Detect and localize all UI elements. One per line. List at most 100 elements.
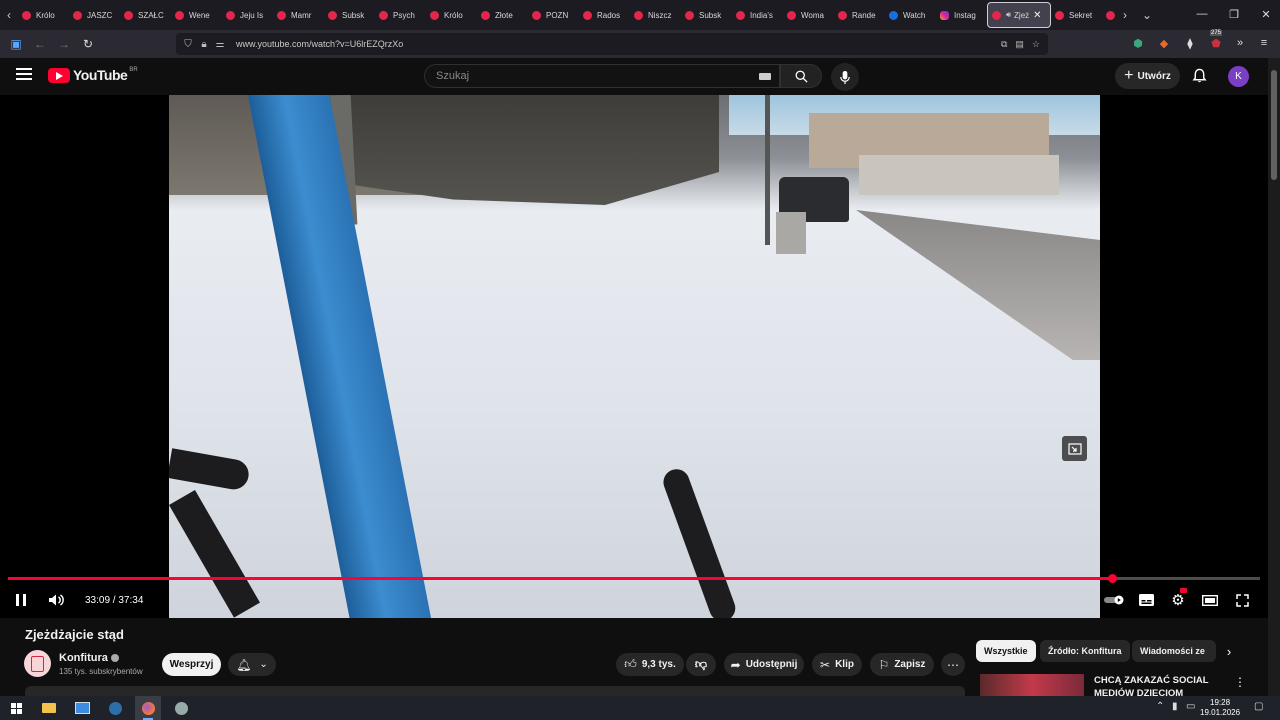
subscription-notifications-button[interactable]: 🔔︎ ⌄ [228,653,276,676]
chip-source-channel[interactable]: Źródło: Konfitura [1040,640,1130,662]
subtitles-button[interactable] [1137,588,1155,612]
browser-tab[interactable]: Subsk [324,2,375,28]
shield-extension-icon[interactable]: ⬢ [1128,33,1148,53]
clip-button[interactable]: ✂ Klip [812,653,862,676]
remote-desktop-icon[interactable] [69,696,95,720]
browser-tab[interactable]: JASZC [69,2,120,28]
browser-tab[interactable]: Królo [426,2,477,28]
notifications-tray-icon[interactable]: ▢ [1254,701,1263,712]
support-button[interactable]: Wesprzyj [162,653,221,676]
address-bar[interactable]: ⛉ 🔒︎ ⚌ www.youtube.com/watch?v=U6lrEZQrz… [176,33,1048,55]
progress-bar[interactable] [8,574,1260,583]
settings-button[interactable]: ⚙ [1169,588,1187,612]
restore-icon[interactable]: ❐ [1218,8,1250,21]
microphone-tray-icon[interactable]: ▮ [1172,701,1178,712]
browser-tab[interactable]: Rados [579,2,630,28]
browser-tab[interactable]: Rande [834,2,885,28]
browser-tab[interactable]: Woma [783,2,834,28]
more-actions-button[interactable]: ⋯ [941,653,965,676]
pip-icon[interactable]: ⧉ [1001,39,1007,50]
channel-avatar[interactable] [24,650,51,677]
browser-tab[interactable]: Watch [885,2,936,28]
browser-tab[interactable]: India's [732,2,783,28]
overflow-menu-icon[interactable]: » [1230,33,1250,53]
browser-tab[interactable]: Instag [936,2,987,28]
firefox-icon[interactable] [135,696,161,720]
browser-tab[interactable]: Złote [477,2,528,28]
chip-news[interactable]: Wiadomości ze [1132,640,1216,662]
forward-button[interactable]: → [52,32,76,56]
guide-menu-icon[interactable] [16,68,32,80]
list-all-tabs-button[interactable]: ⌄ [1138,0,1156,30]
video-frame[interactable] [169,95,1100,618]
browser-tab[interactable]: Królo [18,2,69,28]
share-button[interactable]: ➦ Udostępnij [724,653,804,676]
app-menu-icon[interactable]: ≡ [1254,33,1274,53]
browser-tab[interactable]: 🔊︎ Zjeż ✕ [987,2,1051,28]
voice-search-button[interactable] [831,63,859,91]
tab-audio-icon[interactable]: 🔊︎ [1006,10,1011,20]
youtube-logo[interactable]: YouTube BR [48,67,138,83]
account-avatar[interactable]: K [1228,66,1249,87]
url-text[interactable]: www.youtube.com/watch?v=U6lrEZQrzXo [236,39,403,49]
notifications-button[interactable] [1189,66,1209,86]
browser-tab[interactable]: Niszcz [630,2,681,28]
browser-tab[interactable]: Subsk [681,2,732,28]
bookmark-star-icon[interactable]: ☆ [1032,39,1040,50]
reader-view-icon[interactable]: ▤ [1015,39,1024,50]
tracking-shield-icon[interactable]: ⛉ [180,39,196,50]
sidebar-toggle-icon[interactable]: ▣ [4,32,28,56]
chevron-right-icon[interactable]: › [1220,642,1238,660]
dislike-button[interactable]: 👎︎ [686,653,716,676]
keyboard-icon[interactable] [759,73,771,80]
video-player[interactable]: 33:09 / 37:34 ⚙ [0,95,1268,618]
browser-tab[interactable]: Sekret [1051,2,1102,28]
volume-button[interactable] [46,588,66,612]
fox-extension-icon[interactable]: ◆ [1154,33,1174,53]
tabs-scroll-right-button[interactable]: › [1116,0,1134,30]
browser-tab[interactable]: Psych [375,2,426,28]
channel-name[interactable]: Konfitura [59,652,108,664]
theater-mode-button[interactable] [1201,588,1219,612]
close-tab-icon[interactable]: ✕ [1033,10,1041,21]
back-button[interactable]: ← [28,32,52,56]
create-button[interactable]: + Utwórz [1115,63,1180,89]
ublock-icon[interactable]: ⬟ 275 [1206,30,1226,53]
recommended-title[interactable]: CHCĄ ZAKAZAĆ SOCIAL MEDIÓW DZIECIOM [1094,674,1224,696]
start-button[interactable] [3,696,29,720]
lock-icon[interactable]: 🔒︎ [196,39,212,50]
pause-button[interactable] [12,588,30,612]
reload-button[interactable]: ↻ [76,32,100,56]
autoplay-toggle[interactable] [1103,588,1125,612]
minimize-icon[interactable]: — [1186,8,1218,21]
search-box[interactable] [424,64,780,88]
miniplayer-button[interactable] [1062,436,1087,461]
search-button[interactable] [780,64,822,88]
browser-tab[interactable]: SZAŁC [120,2,171,28]
tray-expand-icon[interactable]: ⌃ [1156,701,1164,712]
like-button[interactable]: 👍︎ 9,3 tys. [616,653,684,676]
page-scrollbar[interactable] [1268,58,1280,696]
search-input[interactable] [434,69,738,83]
scrollbar-thumb[interactable] [1271,70,1277,180]
browser-tab[interactable]: Jeju Is [222,2,273,28]
description-box[interactable] [25,686,965,696]
permissions-icon[interactable]: ⚌ [212,39,228,50]
browser-tab[interactable]: POZN [528,2,579,28]
scrubber-handle[interactable] [1108,574,1118,583]
more-vertical-icon[interactable]: ⋮ [1234,675,1246,689]
channel-name-link[interactable]: Konfitura [59,652,119,664]
steam-icon[interactable] [102,696,128,720]
recommended-thumbnail[interactable] [980,674,1084,696]
save-button[interactable]: ⚐ Zapisz [870,653,934,676]
extensions-icon[interactable]: ⧫ [1180,33,1200,53]
taskbar-clock[interactable]: 19:28 19.01.2026 [1200,698,1240,718]
browser-tab[interactable]: Wene [171,2,222,28]
network-icon[interactable]: ▭ [1186,701,1195,712]
fullscreen-button[interactable] [1233,588,1251,612]
browser-tab[interactable]: Mamr [273,2,324,28]
close-window-icon[interactable]: ✕ [1250,8,1280,21]
chip-all[interactable]: Wszystkie [976,640,1036,662]
utility-app-icon[interactable] [168,696,194,720]
file-explorer-icon[interactable] [36,696,62,720]
